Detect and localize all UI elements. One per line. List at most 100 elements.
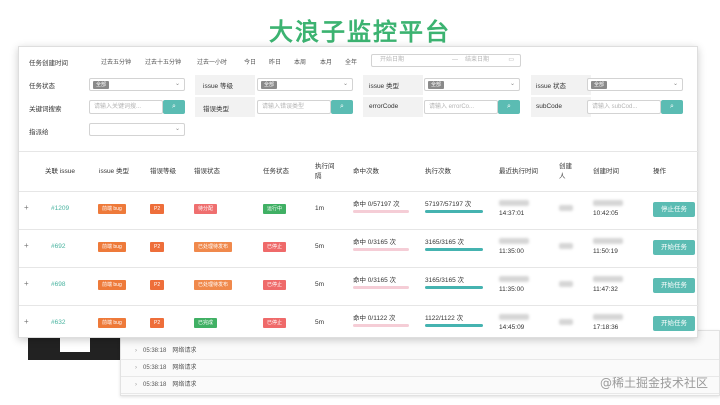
start-task-button[interactable]: 开始任务 — [653, 316, 695, 331]
log-row[interactable]: › 05:38:18 网络请求 — [121, 343, 719, 360]
col-action: 操作 — [653, 168, 666, 175]
error-level-badge: P2 — [150, 242, 165, 252]
col-creator: 创建人 — [559, 163, 572, 180]
issue-link[interactable]: #632 — [51, 319, 65, 326]
issue-status-label: issue 状态 — [536, 83, 566, 90]
date-end: 结束日期 — [465, 57, 490, 63]
issue-link[interactable]: #692 — [51, 243, 65, 250]
keyword-input[interactable]: 请输入关键词搜... — [89, 100, 163, 114]
exec-count: 3165/3165 次 — [425, 239, 465, 246]
redacted-creator — [559, 281, 573, 287]
table-row: + #692 前端 bug P2 已处理待发布 已停止 5m 命中 0/3165… — [19, 229, 699, 267]
search-icon: ⌕ — [670, 103, 674, 110]
issue-type-badge: 前端 bug — [98, 242, 126, 252]
last-exec-time: 11:35:00 — [499, 286, 524, 293]
start-task-button[interactable]: 开始任务 — [653, 278, 695, 293]
error-type-input[interactable]: 请输入错误类型 — [257, 100, 331, 114]
subcode-search-button[interactable]: ⌕ — [661, 100, 683, 114]
expand-row-icon[interactable]: + — [24, 317, 29, 326]
issue-level-select[interactable]: 全部 ⌄ — [257, 78, 353, 91]
expand-row-icon[interactable]: + — [24, 203, 29, 212]
log-label: 网络请求 — [172, 382, 197, 388]
keyword-label: 关键词搜索 — [29, 106, 62, 113]
created-time: 17:18:36 — [593, 324, 619, 331]
range-15min[interactable]: 过去十五分钟 — [145, 57, 181, 66]
expand-row-icon[interactable]: + — [24, 279, 29, 288]
issue-type-label: issue 类型 — [369, 83, 399, 90]
issue-link[interactable]: #698 — [51, 281, 65, 288]
task-status-select[interactable]: 全部 ⌄ — [89, 78, 185, 91]
errorcode-input[interactable]: 请输入 errorCo... — [424, 100, 498, 114]
range-year[interactable]: 全年 — [345, 57, 357, 66]
col-error-level: 错误等级 — [150, 168, 176, 175]
hit-count: 命中 0/1122 次 — [353, 315, 396, 322]
exec-progress-bar — [425, 210, 483, 213]
exec-progress-bar — [425, 324, 483, 327]
error-type-search-button[interactable]: ⌕ — [331, 100, 353, 114]
error-status-badge: 已处理待发布 — [194, 242, 233, 252]
last-exec-time: 14:37:01 — [499, 210, 525, 217]
created-time: 11:50:19 — [593, 248, 618, 255]
start-task-button[interactable]: 开始任务 — [653, 240, 695, 255]
col-issue: 关联 issue — [45, 168, 75, 175]
chevron-down-icon: ⌄ — [672, 81, 678, 87]
exec-progress-bar — [425, 248, 483, 251]
task-status-badge: 已停止 — [263, 242, 287, 252]
hit-progress-bar — [353, 210, 409, 213]
hit-progress-bar — [353, 248, 409, 251]
issue-type-select[interactable]: 全部 ⌄ — [424, 78, 520, 91]
chevron-right-icon: › — [135, 365, 137, 371]
keyword-search-button[interactable]: ⌕ — [163, 100, 185, 114]
range-today[interactable]: 今日 — [244, 57, 256, 66]
error-status-badge: 待分配 — [194, 204, 218, 214]
error-type-label: 错误类型 — [203, 106, 229, 113]
range-yesterday[interactable]: 昨日 — [269, 57, 281, 66]
chevron-down-icon: ⌄ — [174, 126, 180, 132]
redacted-date — [499, 276, 529, 282]
subcode-input[interactable]: 请输入 subCod... — [587, 100, 661, 114]
task-status-badge: 已停止 — [263, 318, 287, 328]
table-row: + #632 前端 bug P2 已完成 已停止 5m 命中 0/1122 次 … — [19, 305, 699, 343]
range-5min[interactable]: 过去五分钟 — [101, 57, 131, 66]
range-month[interactable]: 本月 — [320, 57, 332, 66]
col-last-exec: 最近执行时间 — [499, 168, 538, 175]
exec-count: 3165/3165 次 — [425, 277, 465, 284]
interval-value: 5m — [315, 319, 325, 326]
log-label: 网络请求 — [172, 348, 197, 354]
created-time: 10:42:05 — [593, 210, 619, 217]
redacted-date — [593, 238, 623, 244]
redacted-creator — [559, 205, 573, 211]
exec-count: 57197/57197 次 — [425, 201, 472, 208]
errorcode-search-button[interactable]: ⌕ — [498, 100, 520, 114]
issue-type-badge: 前端 bug — [98, 318, 126, 328]
created-time-label: 任务创建时间 — [29, 60, 68, 67]
error-status-badge: 已处理待发布 — [194, 280, 233, 290]
errorcode-label: errorCode — [369, 103, 399, 110]
assignee-select[interactable]: ⌄ — [89, 123, 185, 136]
error-status-badge: 已完成 — [194, 318, 218, 328]
col-task-status: 任务状态 — [263, 168, 289, 175]
slide-title: 大浪子监控平台 — [269, 18, 451, 46]
stop-task-button[interactable]: 停止任务 — [653, 202, 695, 217]
interval-value: 5m — [315, 281, 325, 288]
redacted-date — [593, 314, 623, 320]
redacted-creator — [559, 243, 573, 249]
search-icon: ⌕ — [340, 103, 344, 110]
selected-tag: 全部 — [261, 81, 278, 89]
issue-status-select[interactable]: 全部 ⌄ — [587, 78, 683, 91]
error-level-badge: P2 — [150, 280, 165, 290]
subcode-label: subCode — [536, 103, 563, 110]
redacted-creator — [559, 319, 573, 325]
monitor-task-panel: 任务创建时间 过去五分钟 过去十五分钟 过去一小时 今日 昨日 本周 本月 全年… — [18, 46, 699, 338]
issue-link[interactable]: #1209 — [51, 205, 69, 212]
col-interval: 执行间隔 — [315, 163, 335, 180]
hit-count: 命中 0/3165 次 — [353, 239, 396, 246]
expand-row-icon[interactable]: + — [24, 241, 29, 250]
date-range-picker[interactable]: 开始日期 — 结束日期 ▭ — [371, 54, 521, 67]
last-exec-time: 14:45:09 — [499, 324, 525, 331]
range-1hour[interactable]: 过去一小时 — [197, 57, 227, 66]
selected-tag: 全部 — [591, 81, 608, 89]
table-row: + #1209 前端 bug P2 待分配 运行中 1m 命中 0/57197 … — [19, 191, 699, 229]
range-week[interactable]: 本周 — [294, 57, 306, 66]
chevron-down-icon: ⌄ — [342, 81, 348, 87]
